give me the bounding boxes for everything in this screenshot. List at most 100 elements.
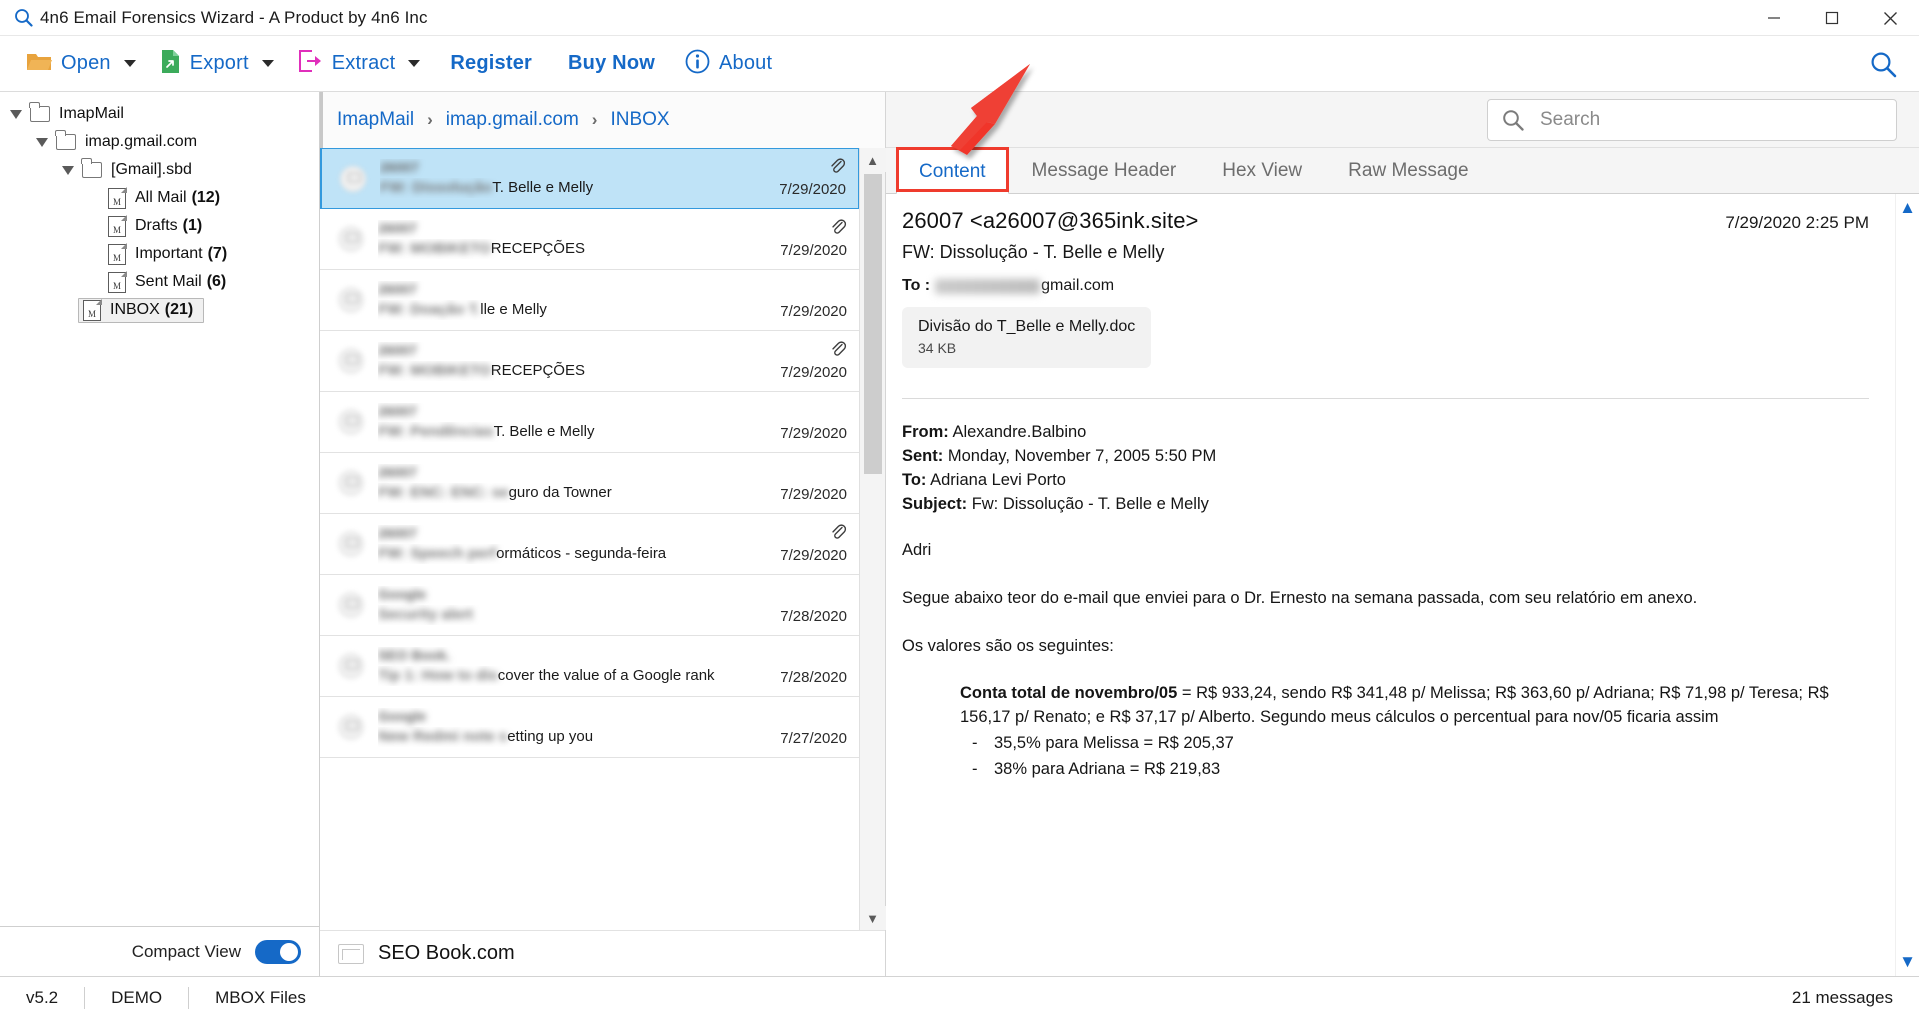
sidebar-item-inbox[interactable]: INBOX(21) [0, 296, 319, 324]
breadcrumb-item-imap-gmail-com[interactable]: imap.gmail.com [446, 109, 579, 131]
body-paragraph-2: Os valores são os seguintes: [902, 636, 1114, 655]
email-list-item[interactable]: 26007 FW: Speech performáticos - segunda-… [320, 514, 859, 575]
email-list-rows[interactable]: 26007 FW: DissoluçãoT. Belle e Melly 7/29/… [320, 148, 859, 930]
tree-node[interactable]: Important(7) [104, 242, 231, 266]
quoted-header-label: Sent: [902, 446, 944, 465]
sidebar-item-drafts[interactable]: Drafts(1) [0, 212, 319, 240]
sidebar-item-gmail-sbd[interactable]: [Gmail].sbd [0, 156, 319, 184]
search-input[interactable] [1538, 107, 1882, 132]
breadcrumb-item-imapmail[interactable]: ImapMail [337, 109, 414, 131]
extract-icon [298, 50, 323, 77]
window-title: 4n6 Email Forensics Wizard - A Product b… [40, 7, 428, 27]
email-list-item[interactable]: 26007 FW: ENC: ENC: seguro da Towner 7/29/… [320, 453, 859, 514]
window-controls [1745, 0, 1919, 36]
search-box[interactable] [1487, 98, 1897, 141]
message-date: 7/29/2020 2:25 PM [1725, 213, 1869, 232]
email-item-text: 26007 FW: DissoluçãoT. Belle e Melly [380, 159, 779, 198]
reading-pane: ContentMessage HeaderHex ViewRaw Message… [886, 92, 1919, 976]
tree-node[interactable]: imap.gmail.com [52, 130, 201, 152]
chevron-down-icon[interactable] [261, 60, 274, 67]
minimize-button[interactable] [1745, 0, 1803, 36]
list-item-text: 35,5% para Melissa = R$ 205,37 [994, 734, 1234, 753]
tree-expand-arrow-icon[interactable] [58, 165, 78, 175]
toolbar-extract-label: Extract [331, 52, 396, 74]
sidebar-item-imap-gmail-com[interactable]: imap.gmail.com [0, 128, 319, 156]
status-filetype: MBOX Files [215, 987, 306, 1007]
list-dash: - [972, 760, 978, 779]
toolbar-register-button[interactable]: Register [432, 41, 550, 87]
tab-hex-view[interactable]: Hex View [1199, 148, 1325, 193]
toolbar-buynow-button[interactable]: Buy Now [550, 41, 673, 87]
close-button[interactable] [1861, 0, 1919, 36]
magnifier-icon [6, 8, 40, 27]
email-list-item[interactable]: Google Security alert 7/28/2020 [320, 575, 859, 636]
toolbar-export-button[interactable]: Export [148, 41, 286, 87]
email-item-meta: 7/29/2020 [780, 392, 847, 452]
chevron-down-icon[interactable] [408, 60, 421, 67]
chevron-down-icon[interactable] [123, 60, 136, 67]
scroll-down-icon[interactable]: ▼ [859, 906, 886, 930]
email-subject-redacted: FW: Pendências [378, 422, 494, 440]
sidebar-item-sent-mail[interactable]: Sent Mail(6) [0, 268, 319, 296]
tree-expand-arrow-icon[interactable] [6, 109, 26, 119]
compact-view-toggle[interactable] [255, 939, 301, 964]
scroll-down-icon[interactable]: ▼ [1899, 952, 1916, 972]
tree-node[interactable]: All Mail(12) [104, 186, 224, 210]
tree-expand-arrow-icon[interactable] [32, 137, 52, 147]
mbox-icon [108, 242, 127, 265]
sidebar-item-all-mail[interactable]: All Mail(12) [0, 184, 319, 212]
email-date: 7/29/2020 [780, 363, 847, 381]
attachment-paperclip-icon [829, 340, 847, 360]
tree-node[interactable]: [Gmail].sbd [78, 158, 196, 180]
reading-pane-scrollbar[interactable]: ▲ ▼ [1895, 194, 1919, 976]
toolbar-about-button[interactable]: About [673, 41, 784, 87]
sidebar-item-imapmail[interactable]: ImapMail [0, 100, 319, 128]
folder-icon [55, 130, 76, 150]
toolbar-open-button[interactable]: Open [14, 41, 148, 87]
quoted-header-label: From: [902, 423, 949, 441]
attachment-paperclip-icon [828, 157, 846, 177]
scrollbar-thumb[interactable] [864, 174, 882, 474]
email-list-item[interactable]: 26007 FW: PendênciasT. Belle e Melly 7/29/… [320, 392, 859, 453]
sidebar-item-important[interactable]: Important(7) [0, 240, 319, 268]
email-subject-visible: cover the value of a Google rank [497, 666, 715, 684]
tree-node[interactable]: Sent Mail(6) [104, 270, 230, 294]
email-subject-redacted: FW: MOBIKETO [378, 239, 491, 257]
email-list-item[interactable]: 26007 FW: MOBIKETORECEPÇÕES 7/29/2020 [320, 209, 859, 270]
sidebar-item-count: (6) [206, 273, 227, 290]
list-dash: - [972, 734, 978, 753]
maximize-button[interactable] [1803, 0, 1861, 36]
tab-raw-message[interactable]: Raw Message [1325, 148, 1491, 193]
tree-node[interactable]: INBOX(21) [78, 297, 205, 323]
body-total-label: Conta total de novembro/05 [960, 684, 1178, 703]
email-item-meta: 7/28/2020 [780, 636, 847, 696]
message-body-container: 26007 <a26007@365ink.site> 7/29/2020 2:2… [886, 194, 1919, 976]
email-list-scrollbar[interactable]: ▲ ▼ [859, 148, 886, 930]
email-list-item[interactable]: SEO Book.com Tip 1: How to discover the v… [320, 636, 859, 697]
open-folder-icon [26, 51, 52, 77]
scroll-up-icon[interactable]: ▲ [1899, 198, 1916, 218]
tab-message-header[interactable]: Message Header [1009, 148, 1200, 193]
email-list-item[interactable]: 26007 FW: DissoluçãoT. Belle e Melly 7/29/… [320, 148, 859, 209]
tab-content[interactable]: Content [896, 149, 1009, 194]
scroll-up-icon[interactable]: ▲ [859, 148, 886, 172]
email-list-item[interactable]: 26007 FW: MOBIKETORECEPÇÕES 7/29/2020 [320, 331, 859, 392]
email-list-footer-row[interactable]: SEO Book.com [320, 930, 885, 976]
email-date: 7/28/2020 [780, 607, 847, 625]
email-sender: Google [378, 585, 427, 602]
email-item-meta: 7/29/2020 [780, 514, 847, 574]
tree-node[interactable]: Drafts(1) [104, 214, 206, 238]
toolbar-extract-button[interactable]: Extract [286, 41, 433, 87]
breadcrumb-item-inbox[interactable]: INBOX [610, 109, 669, 131]
envelope-icon [338, 943, 364, 964]
email-list-item[interactable]: Google New Redmi note setting up you 7/27/… [320, 697, 859, 758]
attachment-paperclip-icon [829, 218, 847, 238]
email-date: 7/29/2020 [780, 302, 847, 320]
email-subject-visible: T. Belle e Melly [492, 179, 594, 196]
body-item-list: -35,5% para Melissa = R$ 205,37-38% para… [960, 732, 1869, 782]
attachment-chip[interactable]: Divisão do T_Belle e Melly.doc 34 KB [902, 307, 1152, 368]
email-list-item[interactable]: 26007 FW: Doação T.lle e Melly 7/29/2020 [320, 270, 859, 331]
mbox-icon [108, 214, 127, 237]
tree-node[interactable]: ImapMail [26, 102, 128, 124]
toolbar-search-icon-button[interactable] [1870, 36, 1897, 92]
